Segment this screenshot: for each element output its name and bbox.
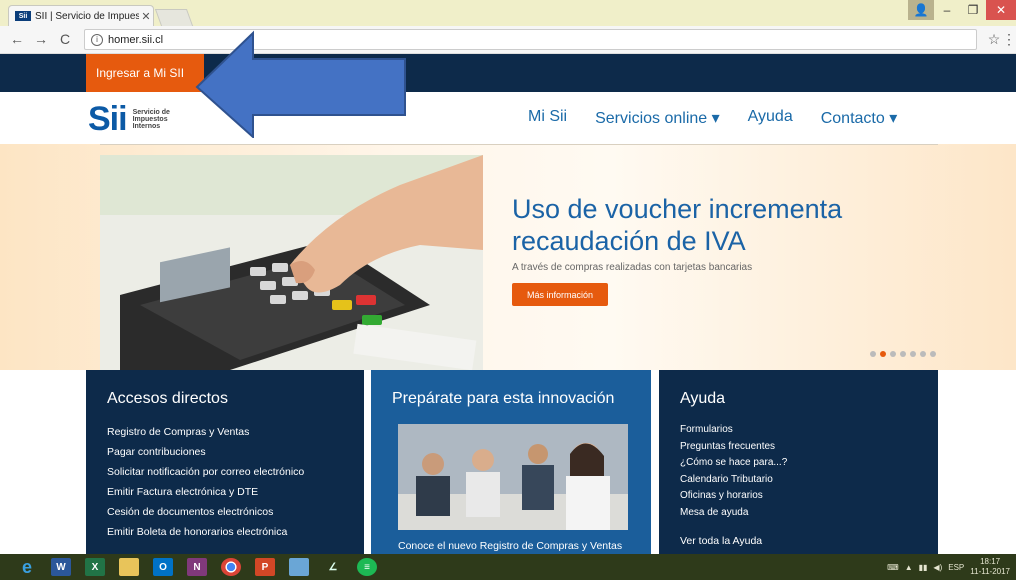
ayuda-list: Formularios Preguntas frecuentes ¿Cómo s… (680, 422, 938, 521)
accesos-list: Registro de Compras y Ventas Pagar contr… (107, 422, 364, 542)
new-tab-button[interactable] (154, 9, 194, 26)
ayuda-link[interactable]: Mesa de ayuda (680, 505, 938, 522)
word-icon[interactable]: W (44, 554, 78, 580)
office-people-image[interactable] (398, 424, 628, 530)
address-bar-row: ← → C i homer.sii.cl ☆ ⋮ (0, 26, 1016, 54)
logo-mark: Sii (88, 100, 128, 138)
carousel-dot[interactable] (880, 351, 886, 357)
sii-favicon-icon: Sii (15, 11, 31, 21)
carousel-dot[interactable] (920, 351, 926, 357)
ayuda-link[interactable]: ¿Cómo se hace para...? (680, 455, 938, 472)
ingresar-mi-sii-button[interactable]: Ingresar a Mi SII (86, 54, 204, 92)
preparate-title: Prepárate para esta innovación (392, 390, 615, 407)
url-text: homer.sii.cl (108, 33, 164, 46)
accesos-link[interactable]: Pagar contribuciones (107, 442, 364, 462)
ayuda-link[interactable]: Formularios (680, 422, 938, 439)
nav-mi-sii[interactable]: Mi Sii (528, 108, 567, 128)
tray-expand-icon[interactable]: ▲ (905, 563, 913, 572)
accesos-link[interactable]: Cesión de documentos electrónicos (107, 502, 364, 522)
hero-headline[interactable]: Uso de voucher incrementa recaudación de… (512, 193, 932, 257)
carousel-dot[interactable] (910, 351, 916, 357)
minimize-button[interactable]: – (934, 0, 960, 20)
windows-taskbar: e W X O N P ∠ ≡ (0, 554, 1016, 580)
tab-title: SII | Servicio de Impuesto (35, 10, 139, 22)
spotify-icon[interactable]: ≡ (350, 554, 384, 580)
keyboard-icon[interactable]: ⌨ (887, 563, 899, 572)
registro-caption[interactable]: Conoce el nuevo Registro de Compras y Ve… (398, 540, 622, 552)
language-indicator[interactable]: ESP (948, 563, 964, 572)
onenote-icon[interactable]: N (180, 554, 214, 580)
back-button[interactable]: ← (8, 30, 26, 48)
nav-ayuda[interactable]: Ayuda (748, 108, 793, 128)
window-controls: 👤 – ❐ ✕ (908, 0, 1016, 20)
accesos-directos-title: Accesos directos (107, 390, 228, 407)
ayuda-link[interactable]: Calendario Tributario (680, 472, 938, 489)
ver-toda-la-ayuda-link[interactable]: Ver toda la Ayuda (680, 535, 762, 547)
maximize-button[interactable]: ❐ (960, 0, 986, 20)
accesos-link[interactable]: Solicitar notificación por correo electr… (107, 462, 364, 482)
menu-icon[interactable]: ⋮ (1002, 30, 1016, 48)
reload-button[interactable]: C (56, 30, 74, 48)
hero-subline: A través de compras realizadas con tarje… (512, 262, 753, 273)
system-tray: ⌨ ▲ ▮▮ ◀) ESP 18:17 11-11-2017 (887, 554, 1010, 580)
file-explorer-icon[interactable] (112, 554, 146, 580)
outlook-icon[interactable]: O (146, 554, 180, 580)
accesos-link[interactable]: Registro de Compras y Ventas (107, 422, 364, 442)
ayuda-title: Ayuda (680, 390, 726, 407)
clock[interactable]: 18:17 11-11-2017 (970, 557, 1010, 577)
browser-tab[interactable]: Sii SII | Servicio de Impuesto ✕ (8, 5, 154, 26)
accesos-directos-panel: Accesos directos Registro de Compras y V… (86, 370, 364, 554)
volume-icon[interactable]: ◀) (933, 563, 942, 572)
close-window-button[interactable]: ✕ (986, 0, 1016, 20)
info-icon[interactable]: i (91, 33, 103, 46)
bookmark-star-icon[interactable]: ☆ (985, 30, 1003, 48)
carousel-dot[interactable] (870, 351, 876, 357)
carousel-dot[interactable] (890, 351, 896, 357)
powerpoint-icon[interactable]: P (248, 554, 282, 580)
card-terminal-illustration (100, 155, 483, 370)
logo-words: Servicio de Impuestos Internos (132, 108, 170, 130)
pen-icon[interactable]: ∠ (316, 554, 350, 580)
carousel-dots (870, 351, 936, 357)
main-nav: Mi Sii Servicios online ▾ Ayuda Contacto… (528, 108, 925, 128)
chrome-icon[interactable] (214, 554, 248, 580)
ayuda-link[interactable]: Preguntas frecuentes (680, 439, 938, 456)
ie-icon[interactable]: e (10, 554, 44, 580)
sii-logo[interactable]: Sii Servicio de Impuestos Internos (88, 100, 170, 138)
ayuda-panel: Ayuda Formularios Preguntas frecuentes ¿… (659, 370, 938, 554)
header-divider (100, 144, 938, 145)
forward-button[interactable]: → (32, 30, 50, 48)
accesos-link[interactable]: Emitir Factura electrónica y DTE (107, 482, 364, 502)
user-profile-icon[interactable]: 👤 (908, 0, 934, 20)
office-photo-illustration (398, 424, 628, 530)
excel-icon[interactable]: X (78, 554, 112, 580)
clock-time: 18:17 (980, 557, 1001, 566)
clock-date: 11-11-2017 (970, 567, 1010, 576)
tab-close-icon[interactable]: ✕ (139, 10, 153, 23)
ayuda-link[interactable]: Oficinas y horarios (680, 488, 938, 505)
accesos-link[interactable]: Emitir Boleta de honorarios electrónica (107, 522, 364, 542)
annotation-arrow (195, 30, 406, 138)
nav-servicios-online[interactable]: Servicios online ▾ (595, 108, 720, 128)
carousel-dot[interactable] (900, 351, 906, 357)
mas-informacion-button[interactable]: Más información (512, 283, 608, 306)
hero-image (100, 155, 483, 370)
network-icon[interactable]: ▮▮ (919, 563, 928, 572)
carousel-dot[interactable] (930, 351, 936, 357)
nav-contacto[interactable]: Contacto ▾ (821, 108, 898, 128)
app-icon[interactable] (282, 554, 316, 580)
